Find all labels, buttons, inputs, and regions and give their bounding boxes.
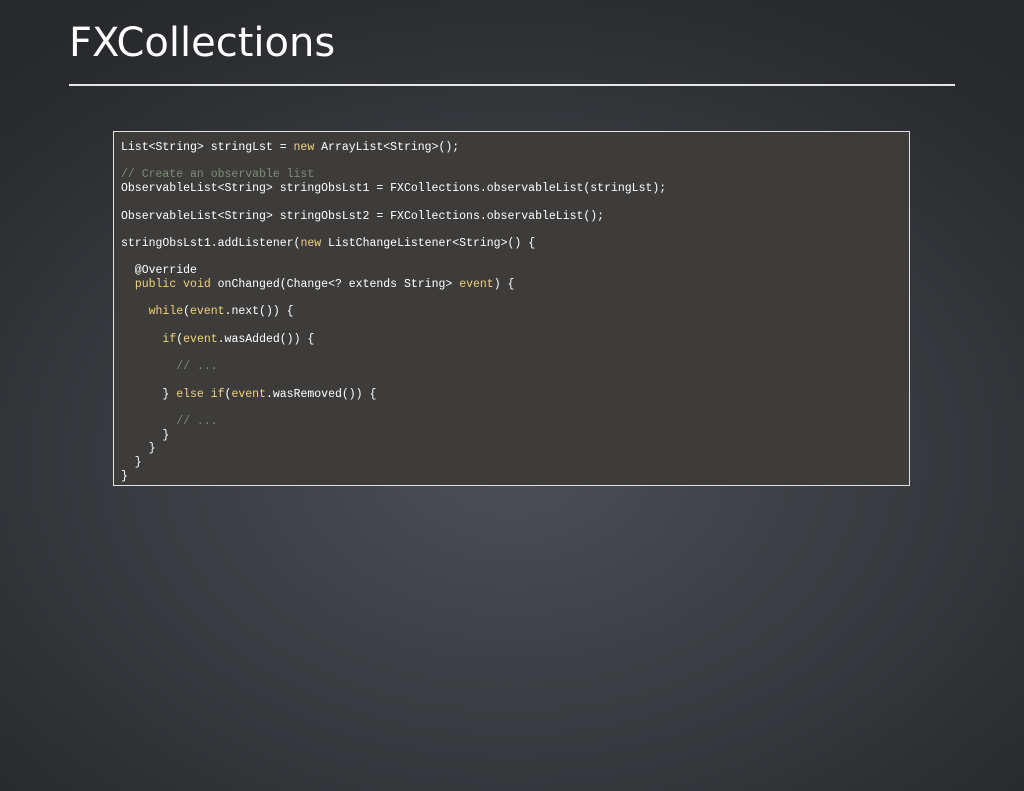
code-keyword: new xyxy=(300,236,322,250)
code-keyword: public xyxy=(134,278,177,291)
code-keyword: void xyxy=(183,278,211,291)
code-line: ObservableList<String> stringObsLst1 = F… xyxy=(121,182,666,196)
code-line: } xyxy=(121,429,169,443)
code-line: if(event.wasAdded()) { xyxy=(121,333,314,347)
code-keyword: else xyxy=(176,387,204,401)
code-line: // ... xyxy=(121,360,218,374)
code-text: ( xyxy=(183,305,191,319)
code-line: } xyxy=(121,456,142,470)
code-text: ObservableList<String> stringObsLst1 = F… xyxy=(121,182,667,196)
code-comment: // Create an observable list xyxy=(121,168,315,182)
code-text: @Override xyxy=(121,264,197,278)
code-line: } xyxy=(121,470,128,484)
code-line: List<String> stringLst = new ArrayList<S… xyxy=(121,141,459,155)
code-keyword: if xyxy=(210,387,225,401)
code-comment: // ... xyxy=(121,415,218,428)
code-line: public void onChanged(Change<? extends S… xyxy=(121,278,515,292)
code-line: while(event.next()) { xyxy=(121,305,294,319)
code-keyword: event xyxy=(231,387,266,401)
code-text: onChanged(Change<? extends String> xyxy=(210,278,460,291)
code-text: .next()) { xyxy=(224,305,294,319)
code-line: ObservableList<String> stringObsLst2 = F… xyxy=(121,210,604,224)
code-text: .wasAdded()) { xyxy=(217,332,315,346)
code-line: stringObsLst1.addListener(new ListChange… xyxy=(121,237,535,251)
code-text: } xyxy=(121,469,128,483)
code-block: List<String> stringLst = new ArrayList<S… xyxy=(113,131,910,486)
code-line: } else if(event.wasRemoved()) { xyxy=(121,388,376,402)
code-line: } xyxy=(121,442,156,456)
code-comment: // ... xyxy=(121,360,218,374)
code-text: stringObsLst1.addListener( xyxy=(121,236,301,250)
code-keyword: new xyxy=(293,141,315,154)
title-divider xyxy=(69,84,955,86)
code-keyword: if xyxy=(162,332,177,346)
code-keyword: event xyxy=(190,305,225,319)
code-line: @Override xyxy=(121,264,197,278)
code-line: // ... xyxy=(121,415,218,429)
code-keyword: event xyxy=(183,332,218,346)
code-text: } xyxy=(121,428,170,442)
code-text: ArrayList<String>(); xyxy=(314,141,460,154)
code-text: } xyxy=(121,387,177,401)
code-text: .wasRemoved()) { xyxy=(265,387,377,401)
code-text: } xyxy=(121,442,156,456)
code-text: ObservableList<String> stringObsLst2 = F… xyxy=(121,209,605,223)
code-text: } xyxy=(121,456,142,470)
code-text: ) { xyxy=(493,278,515,291)
code-text: List<String> stringLst = xyxy=(121,141,294,154)
code-line: // Create an observable list xyxy=(121,168,314,182)
code-keyword: while xyxy=(148,305,184,319)
code-keyword: event xyxy=(459,278,494,291)
slide-title: FXCollections xyxy=(69,20,336,66)
code-text: ListChangeListener<String>() { xyxy=(321,236,536,250)
